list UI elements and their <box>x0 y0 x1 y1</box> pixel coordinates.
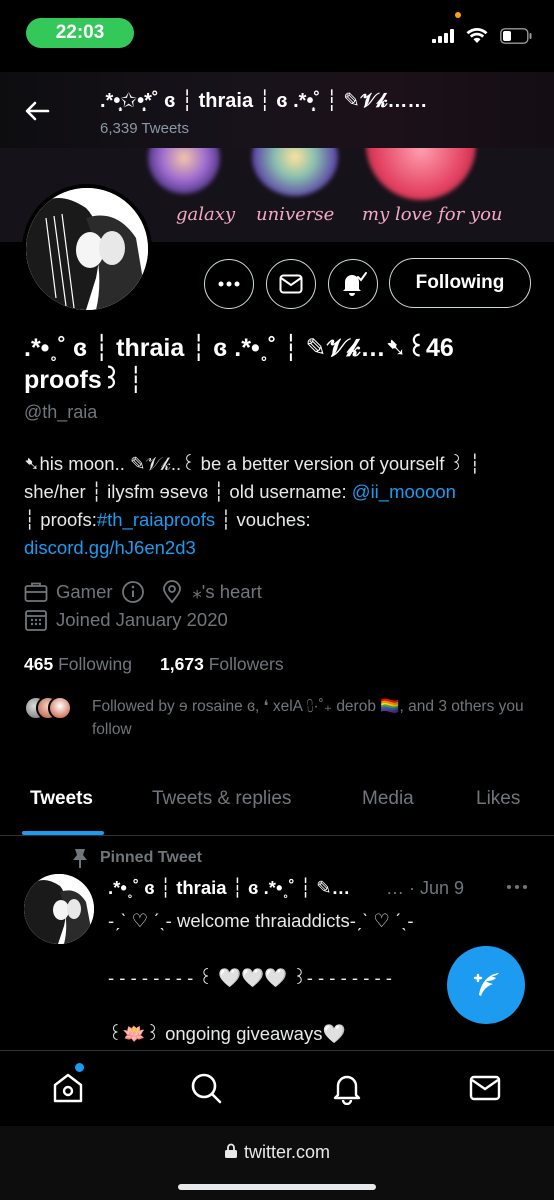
pinned-tweet-label: Pinned Tweet <box>72 848 202 868</box>
messages-icon[interactable] <box>468 1071 502 1105</box>
profile-meta-row1: Gamer ⁎'s heart <box>24 580 262 604</box>
wifi-icon <box>466 28 488 43</box>
mic-indicator-dot <box>455 12 461 18</box>
active-tab-indicator <box>22 831 104 835</box>
header-tweet-count: 6,339 Tweets <box>100 120 189 137</box>
url-text: twitter.com <box>243 1142 331 1162</box>
banner-word-galaxy: galaxy <box>176 204 236 225</box>
status-time: 22:03 <box>26 18 134 48</box>
profile-bio: ➷his moon.. ✎𝒱𝓀..꒰ be a better version o… <box>24 450 534 562</box>
tweet-more-icon[interactable] <box>506 876 528 896</box>
notifications-icon[interactable] <box>330 1071 364 1105</box>
pin-icon <box>73 849 87 868</box>
tab-media[interactable]: Media <box>362 788 414 810</box>
profile-joined-date: Joined January 2020 <box>56 609 228 630</box>
envelope-icon <box>279 274 303 294</box>
banner-heart-image <box>366 148 476 200</box>
banner-word-universe: universe <box>256 204 335 225</box>
calendar-icon <box>25 610 47 631</box>
profile-display-name: .*•˳˚ ɞ ┆ thraia ┆ ɞ .*•˳˚ ┆ ✎𝒱𝓀…➷꒰46 pr… <box>24 332 524 396</box>
mutual-avatar <box>48 696 72 720</box>
profile-tabs: Tweets Tweets & replies Media Likes <box>0 770 554 836</box>
bio-old-username-link[interactable]: @ii_moooon <box>352 481 456 502</box>
followed-by-text[interactable]: Followed by ɘ rosaine ɞ, ❛ xelA ⩇·˚₊ der… <box>92 695 532 741</box>
tab-likes[interactable]: Likes <box>476 788 520 810</box>
avatar-illustration <box>26 188 148 310</box>
tweet-avatar-illustration <box>24 874 94 944</box>
bell-check-icon <box>343 272 367 296</box>
profile-meta-row2: Joined January 2020 <box>24 608 228 632</box>
search-icon[interactable] <box>189 1071 223 1105</box>
status-bar: 22:03 <box>0 0 554 66</box>
followers-count-link[interactable]: 1,673 Followers <box>160 654 284 675</box>
bottom-navigation <box>0 1050 554 1126</box>
home-notification-dot <box>75 1063 84 1072</box>
mutual-followers-avatars[interactable] <box>24 696 78 720</box>
signal-icon <box>432 29 454 43</box>
bio-line1: ➷his moon.. ✎𝒱𝓀..꒰ be a better version o… <box>24 453 481 474</box>
home-indicator[interactable] <box>178 1184 376 1190</box>
tab-tweets[interactable]: Tweets <box>30 788 93 810</box>
location-pin-icon <box>162 580 181 604</box>
message-button[interactable] <box>266 259 316 309</box>
back-arrow-icon[interactable] <box>22 96 52 126</box>
notifications-toggle-button[interactable] <box>328 259 378 309</box>
compose-feather-icon <box>473 973 499 996</box>
more-icon <box>218 281 240 287</box>
banner-universe-image <box>252 148 338 196</box>
profile-name-line1: .*•˳˚ ɞ ┆ thraia ┆ ɞ .*•˳˚ ┆ ✎𝒱𝓀…➷꒰46 <box>24 334 454 362</box>
tweet-text-line1: -ˏˋ ♡ ˊˎ- welcome thraiaddicts-ˏˋ ♡ ˊˎ- <box>108 910 414 931</box>
tweet-text-line3: ꒰🪷꒱ ongoing giveaways🤍 <box>108 1023 346 1044</box>
following-button[interactable]: Following <box>389 258 531 308</box>
profile-name-line2: proofs꒱ ┆ <box>24 366 144 394</box>
bio-vouches-label: ┆ vouches: <box>215 509 311 530</box>
bio-discord-link[interactable]: discord.gg/hJ6en2d3 <box>24 534 534 562</box>
tweet-date: … · Jun 9 <box>386 878 465 898</box>
more-options-button[interactable] <box>204 259 254 309</box>
follow-counts: 465 Following 1,673 Followers <box>24 654 284 675</box>
profile-handle: @th_raia <box>24 402 98 422</box>
home-icon[interactable] <box>51 1071 85 1105</box>
profile-category: Gamer <box>56 581 113 602</box>
banner-galaxy-image <box>148 148 220 194</box>
profile-header-bar: .*•̩̩͙✩•̩̩͙*˚ ɞ ┆ thraia ┆ ɞ .*•̩̩͙˚ ┆ ✎… <box>0 72 554 148</box>
bio-line3-text: ┆ proofs: <box>24 509 97 530</box>
tab-tweets-and-replies[interactable]: Tweets & replies <box>152 788 291 810</box>
header-title: .*•̩̩͙✩•̩̩͙*˚ ɞ ┆ thraia ┆ ɞ .*•̩̩͙˚ ┆ ✎… <box>100 90 428 112</box>
battery-icon <box>500 28 532 44</box>
following-count-link[interactable]: 465 Following <box>24 654 132 675</box>
tweet-author-avatar[interactable] <box>24 874 94 944</box>
banner-word-love: my love for you <box>362 204 503 225</box>
tweet-text-line2: - - - - - - - - ꒰ 🤍🤍🤍 ꒱- - - - - - - - <box>108 967 392 988</box>
bio-proofs-hashtag-link[interactable]: #th_raiaproofs <box>97 509 215 530</box>
briefcase-icon <box>24 582 48 602</box>
tweet-author-name[interactable]: .*•˳˚ ɞ ┆ thraia ┆ ɞ .*•˳˚ ┆ ✎… <box>108 877 350 899</box>
info-icon[interactable] <box>121 580 145 604</box>
compose-tweet-button[interactable] <box>447 946 525 1024</box>
bio-line2-text: she/her ┆ ilysfm ɘsevɞ ┆ old username: <box>24 481 352 502</box>
lock-icon <box>224 1143 237 1158</box>
profile-location: ⁎'s heart <box>192 581 262 602</box>
profile-avatar[interactable] <box>22 184 152 314</box>
